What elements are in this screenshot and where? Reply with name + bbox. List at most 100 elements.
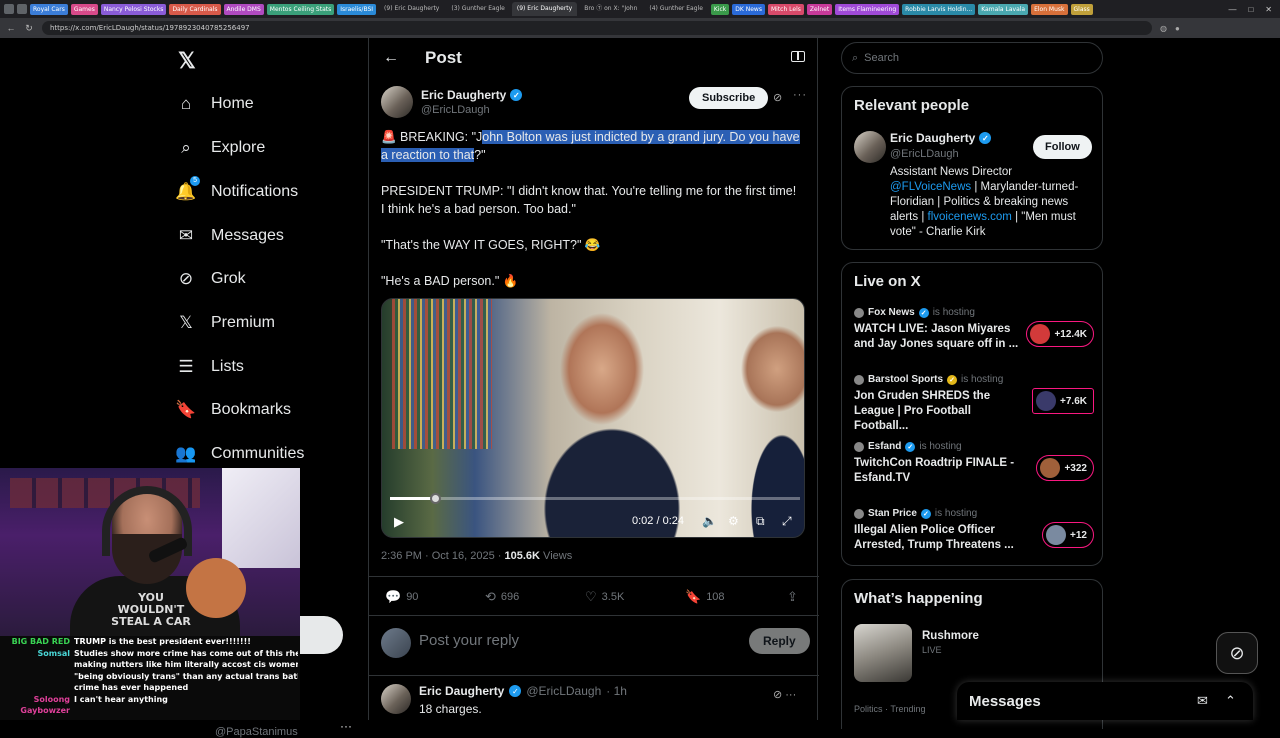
bookmark-item[interactable]: Glass — [1070, 3, 1093, 15]
trend-thumbnail — [854, 624, 912, 682]
bookmark-item[interactable]: Games — [70, 3, 98, 15]
nav-item-premium[interactable]: 𝕏 Premium — [176, 309, 275, 337]
bio-mention-link[interactable]: @FLVoiceNews — [890, 181, 971, 193]
nav-item-home[interactable]: ⌂ Home — [176, 90, 254, 118]
bookmark-item[interactable]: Royal Cars — [30, 3, 68, 15]
live-item[interactable]: Stan Price ✓ is hosting Illegal Alien Polic… — [854, 508, 1094, 553]
picture-in-picture-icon[interactable]: ⧉ — [756, 514, 765, 529]
live-host-name[interactable]: Barstool Sports — [868, 374, 943, 385]
back-arrow-icon[interactable]: ← — [383, 49, 411, 67]
bookmark-item[interactable]: DK News — [732, 3, 765, 15]
fullscreen-icon[interactable]: ⤢ — [782, 514, 792, 529]
live-item[interactable]: Fox News ✓ is hosting WATCH LIVE: Jason Miy… — [854, 307, 1094, 352]
search-input[interactable]: Search — [864, 52, 899, 64]
account-more-icon[interactable]: ··· — [340, 719, 352, 733]
nav-item-lists[interactable]: ☰ Lists — [176, 353, 244, 381]
bookmark-action[interactable]: 🔖 108 — [685, 589, 725, 605]
post-author[interactable]: Eric Daugherty ✓ @EricLDaugh — [381, 86, 523, 118]
browser-tab[interactable]: (9) Eric Daugherty — [511, 2, 578, 16]
play-icon[interactable]: ▶ — [394, 514, 404, 530]
profile-icon[interactable]: ● — [1175, 24, 1180, 33]
extension-icon[interactable]: ◍ — [1160, 24, 1167, 33]
reply-post[interactable]: Eric Daugherty ✓ @EricLDaugh · 1h 18 charge… — [381, 684, 627, 716]
grok-floating-icon[interactable]: ⊘ — [1216, 632, 1258, 674]
follow-button[interactable]: Follow — [1033, 135, 1092, 159]
bookmark-item[interactable]: Mentos Ceiling Stats — [266, 3, 335, 15]
account-handle[interactable]: @PapaStanimus — [215, 726, 298, 738]
grok-explain-icon[interactable]: ⊘ — [773, 91, 782, 104]
settings-gear-icon[interactable]: ⚙ — [728, 514, 739, 528]
avatar[interactable] — [381, 628, 411, 658]
browser-tab[interactable]: (3) Gunther Eagle — [446, 2, 510, 16]
reply-author-name[interactable]: Eric Daugherty — [419, 684, 504, 698]
subscribe-button[interactable]: Subscribe — [689, 87, 769, 109]
bookmark-item[interactable]: Mitch Lels — [767, 3, 804, 15]
reply-button[interactable]: Reply — [749, 628, 810, 654]
search-box[interactable]: ⌕ Search — [841, 42, 1103, 74]
minimize-icon[interactable]: — — [1228, 5, 1236, 14]
reply-author-handle[interactable]: @EricLDaugh — [526, 684, 601, 698]
bookmark-item[interactable]: Robbie Larvis Holdin... — [902, 3, 976, 15]
bookmark-item[interactable]: Items Flamineering — [835, 3, 900, 15]
bookmark-item[interactable]: Israelis/BSI — [337, 3, 377, 15]
live-listeners-pill[interactable]: +12 — [1042, 522, 1094, 548]
tab-search-icon[interactable] — [17, 4, 27, 14]
volume-icon[interactable]: 🔈 — [702, 514, 717, 528]
live-listeners-pill[interactable]: +12.4K — [1026, 321, 1094, 347]
bio-url-link[interactable]: flvoicenews.com — [928, 211, 1012, 223]
author-handle[interactable]: @EricLDaugh — [421, 104, 522, 116]
address-bar[interactable]: https://x.com/EricLDaugh/status/19789230… — [42, 21, 1152, 35]
live-item[interactable]: Esfand ✓ is hosting TwitchCon Roadtrip FINA… — [854, 441, 1094, 486]
live-host-name[interactable]: Stan Price — [868, 508, 917, 519]
author-name[interactable]: Eric Daugherty — [421, 88, 506, 102]
new-message-icon[interactable]: ✉ — [1197, 693, 1208, 709]
avatar[interactable] — [854, 131, 886, 163]
more-options-icon[interactable]: ··· — [793, 89, 807, 101]
nav-item-grok[interactable]: ⊘ Grok — [176, 265, 246, 293]
bookmark-item[interactable]: Kamala Lavala — [978, 3, 1029, 15]
avatar[interactable] — [381, 684, 411, 714]
reply-input[interactable]: Post your reply — [419, 632, 519, 649]
bookmark-item[interactable]: Elon Musk — [1031, 3, 1068, 15]
back-icon[interactable]: ← — [6, 23, 16, 33]
browser-tab[interactable]: (9) Eric Daugherty — [379, 2, 444, 16]
close-icon[interactable]: ✕ — [1265, 5, 1272, 14]
post-timestamp[interactable]: 2:36 PM · Oct 16, 2025 · — [381, 550, 505, 562]
live-listeners-pill[interactable]: +322 — [1036, 455, 1094, 481]
browser-tab[interactable]: Bro Ⓣ on X: "John — [579, 2, 642, 16]
bookmark-item[interactable]: Zelnet — [806, 3, 833, 15]
nav-item-communities[interactable]: 👥 Communities — [175, 440, 304, 468]
video-scrubber-handle[interactable] — [430, 493, 442, 504]
bookmark-item[interactable]: Kick — [710, 3, 730, 15]
live-host-name[interactable]: Fox News — [868, 307, 915, 318]
messages-drawer[interactable]: Messages ✉ ⌃ — [957, 682, 1253, 720]
live-item[interactable]: Barstool Sports ✓ is hosting Jon Gruden SHR… — [854, 374, 1094, 434]
nav-item-bookmarks[interactable]: 🔖 Bookmarks — [175, 396, 291, 424]
nav-item-notifications[interactable]: 🔔 5 Notifications — [175, 176, 298, 206]
reply-time[interactable]: · 1h — [606, 684, 627, 698]
like-action[interactable]: ♡ 3.5K — [585, 589, 624, 605]
person-name[interactable]: Eric Daugherty — [890, 131, 975, 145]
video-progress-bar[interactable] — [390, 493, 800, 504]
maximize-icon[interactable]: □ — [1248, 5, 1253, 14]
bookmark-item[interactable]: Daily Cardinals — [169, 3, 221, 15]
browser-tab[interactable]: (4) Gunther Eagle — [644, 2, 708, 16]
repost-action[interactable]: ⟲ 696 — [485, 589, 519, 605]
nav-item-messages[interactable]: ✉ Messages — [176, 222, 284, 250]
expand-chevron-icon[interactable]: ⌃ — [1225, 693, 1236, 709]
nav-item-explore[interactable]: ⌕ Explore — [176, 134, 265, 162]
share-action[interactable]: ⇪ — [787, 589, 798, 605]
reader-mode-icon[interactable] — [791, 51, 805, 62]
live-listeners-pill[interactable]: +7.6K — [1032, 388, 1094, 414]
x-logo-icon[interactable]: 𝕏 — [178, 48, 196, 74]
reply-action[interactable]: 💬 90 — [385, 589, 418, 605]
browser-menu-icon[interactable] — [4, 4, 14, 14]
avatar[interactable] — [381, 86, 413, 118]
video-player[interactable]: ▶ 0:02 / 0:24 🔈 ⚙ ⧉ ⤢ — [381, 298, 805, 538]
bookmark-item[interactable]: Andile DMS — [223, 3, 264, 15]
person-handle[interactable]: @EricLDaugh — [890, 148, 959, 160]
reply-more-options[interactable]: ⊘ ··· — [773, 688, 796, 701]
live-host-name[interactable]: Esfand — [868, 441, 901, 452]
reload-icon[interactable]: ↻ — [24, 23, 34, 34]
bookmark-item[interactable]: Nancy Pelosi Stocks — [100, 3, 167, 15]
